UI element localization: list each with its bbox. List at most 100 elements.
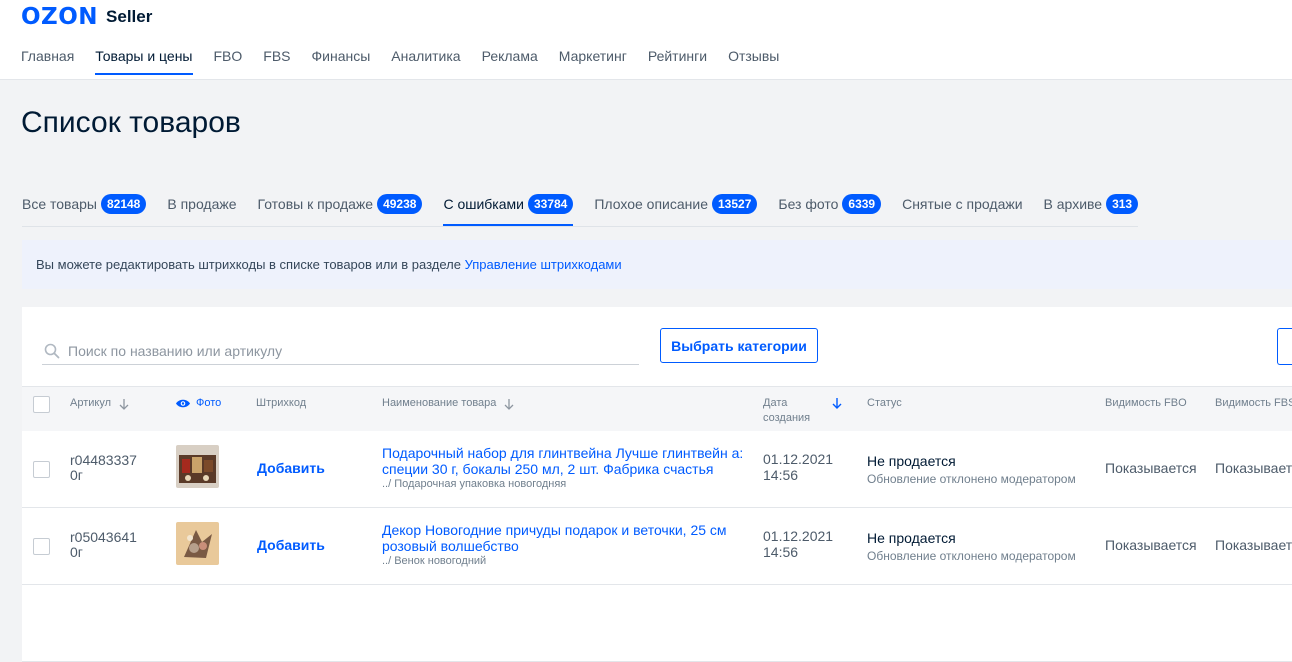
tab-count-badge: 33784 xyxy=(527,194,574,214)
column-name[interactable]: Наименование товара xyxy=(382,396,514,411)
tab-count-badge: 82148 xyxy=(100,194,147,214)
tab-count-badge: 6339 xyxy=(842,194,882,214)
column-label-line1: Дата xyxy=(763,397,788,409)
product-category: ../ Венок новогодний xyxy=(382,555,487,567)
tab-count-badge: 313 xyxy=(1106,194,1139,214)
nav-item-fbo[interactable]: FBO xyxy=(214,48,243,75)
column-label: Штрихкод xyxy=(256,397,307,409)
row-checkbox[interactable] xyxy=(33,461,50,478)
tab-bad-description[interactable]: Плохое описание 13527 xyxy=(594,194,758,226)
created-date-cell: 01.12.2021 14:56 xyxy=(763,528,833,560)
article-line2: 0г xyxy=(70,544,83,560)
table-header: Артикул Фото Штрихкод Наименование товар… xyxy=(22,386,1292,432)
tab-label: Готовы к продаже xyxy=(257,196,374,212)
column-label: Статус xyxy=(867,397,902,409)
tab-all-products[interactable]: Все товары 82148 xyxy=(22,194,147,226)
top-bar: OZON Seller Главная Товары и цены FBO FB… xyxy=(0,0,1292,80)
products-panel: Выбрать категории Артикул Фото Штрихкод … xyxy=(22,307,1292,662)
ozon-seller-logo[interactable]: OZON Seller xyxy=(21,4,152,30)
visibility-fbo: Показывается xyxy=(1105,460,1197,476)
nav-item-fbs[interactable]: FBS xyxy=(263,48,290,75)
page-title: Список товаров xyxy=(21,106,241,139)
search-icon xyxy=(44,343,60,358)
nav-item-home[interactable]: Главная xyxy=(21,48,74,75)
column-label: Фото xyxy=(196,397,222,409)
column-article[interactable]: Артикул xyxy=(70,396,129,411)
search-box xyxy=(42,337,639,365)
created-time: 14:56 xyxy=(763,467,799,483)
add-barcode-link[interactable]: Добавить xyxy=(257,460,325,476)
nav-item-ratings[interactable]: Рейтинги xyxy=(648,48,707,75)
nav-item-products[interactable]: Товары и цены xyxy=(95,48,193,75)
visibility-fbs: Показывается xyxy=(1215,537,1292,553)
status-text: Не продается xyxy=(867,453,956,469)
product-name-link[interactable]: Подарочный набор для глинтвейна Лучше гл… xyxy=(382,445,752,477)
nav-item-marketing[interactable]: Маркетинг xyxy=(559,48,627,75)
tab-archive[interactable]: В архиве 313 xyxy=(1044,194,1139,226)
article-line2: 0г xyxy=(70,467,83,483)
article-line1: r04483337 xyxy=(70,452,137,468)
banner-text: Вы можете редактировать штрихкоды в спис… xyxy=(36,257,465,272)
column-label: Наименование товара xyxy=(382,397,497,409)
product-photo[interactable] xyxy=(176,445,219,488)
tab-label: Плохое описание xyxy=(594,196,708,212)
add-barcode-link[interactable]: Добавить xyxy=(257,537,325,553)
select-all-checkbox[interactable] xyxy=(33,396,50,413)
sort-arrow-down-icon xyxy=(119,398,129,410)
tab-label: В продаже xyxy=(167,196,237,212)
article-cell: r04483337 0г xyxy=(70,453,137,483)
status-note: Обновление отклонено модератором xyxy=(867,472,1076,486)
tab-ready-to-sell[interactable]: Готовы к продаже 49238 xyxy=(258,194,423,226)
nav-item-reviews[interactable]: Отзывы xyxy=(728,48,779,75)
visibility-fbo: Показывается xyxy=(1105,537,1197,553)
created-time: 14:56 xyxy=(763,544,799,560)
tab-label: Все товары xyxy=(22,196,97,212)
product-photo[interactable] xyxy=(176,522,219,565)
barcode-info-banner: Вы можете редактировать штрихкоды в спис… xyxy=(22,240,1292,289)
table-row: r05043641 0г Добавить Декор Новогодние п… xyxy=(22,508,1292,585)
search-input[interactable] xyxy=(66,341,630,360)
status-note: Обновление отклонено модератором xyxy=(867,549,1076,563)
nav-item-ads[interactable]: Реклама xyxy=(482,48,538,75)
column-status: Статус xyxy=(867,396,902,411)
article-cell: r05043641 0г xyxy=(70,530,137,560)
tab-no-photo[interactable]: Без фото 6339 xyxy=(778,194,882,226)
created-date: 01.12.2021 xyxy=(763,528,834,544)
product-category: ../ Подарочная упаковка новогодняя xyxy=(382,478,567,490)
tab-count-badge: 49238 xyxy=(377,194,423,214)
tab-label: В архиве xyxy=(1043,196,1103,212)
nav-item-analytics[interactable]: Аналитика xyxy=(391,48,460,75)
tab-with-errors[interactable]: С ошибками 33784 xyxy=(443,194,574,226)
column-label: Видимость FBS xyxy=(1215,397,1292,409)
eye-icon xyxy=(176,399,190,408)
row-checkbox[interactable] xyxy=(33,538,50,555)
barcode-management-link[interactable]: Управление штрихкодами xyxy=(465,257,622,272)
tab-label: Без фото xyxy=(778,196,839,212)
column-barcode: Штрихкод xyxy=(256,396,306,411)
nav-item-finance[interactable]: Финансы xyxy=(312,48,371,75)
article-line1: r05043641 xyxy=(70,529,137,545)
column-visibility-fbo: Видимость FBO xyxy=(1105,396,1187,411)
column-label: Артикул xyxy=(70,397,112,409)
product-name-link[interactable]: Декор Новогодние причуды подарок и веточ… xyxy=(382,522,752,554)
column-label: Видимость FBO xyxy=(1105,397,1187,409)
select-categories-button[interactable]: Выбрать категории xyxy=(660,328,818,363)
banner-text-wrap: Вы можете редактировать штрихкоды в спис… xyxy=(36,257,622,272)
column-label-line2: создания xyxy=(763,412,811,424)
tab-count-badge: 13527 xyxy=(712,194,758,214)
sort-arrow-down-active-icon[interactable] xyxy=(832,397,842,409)
created-date-cell: 01.12.2021 14:56 xyxy=(763,451,833,483)
column-photo[interactable]: Фото xyxy=(175,396,221,411)
sort-arrow-down-icon xyxy=(504,398,514,410)
table-row: r04483337 0г Добавить Подарочный набор д… xyxy=(22,431,1292,508)
tab-label: С ошибками xyxy=(443,196,524,212)
tab-on-sale[interactable]: В продаже xyxy=(167,196,236,224)
logo-product: Seller xyxy=(106,7,153,26)
tab-label: Снятые с продажи xyxy=(902,196,1023,212)
tab-removed-from-sale[interactable]: Снятые с продажи xyxy=(902,196,1022,224)
created-date: 01.12.2021 xyxy=(763,451,834,467)
secondary-action-button[interactable] xyxy=(1277,328,1292,365)
status-text: Не продается xyxy=(867,530,956,546)
column-created-date[interactable]: Дата создания xyxy=(763,396,810,426)
logo-brand: OZON xyxy=(21,4,99,30)
